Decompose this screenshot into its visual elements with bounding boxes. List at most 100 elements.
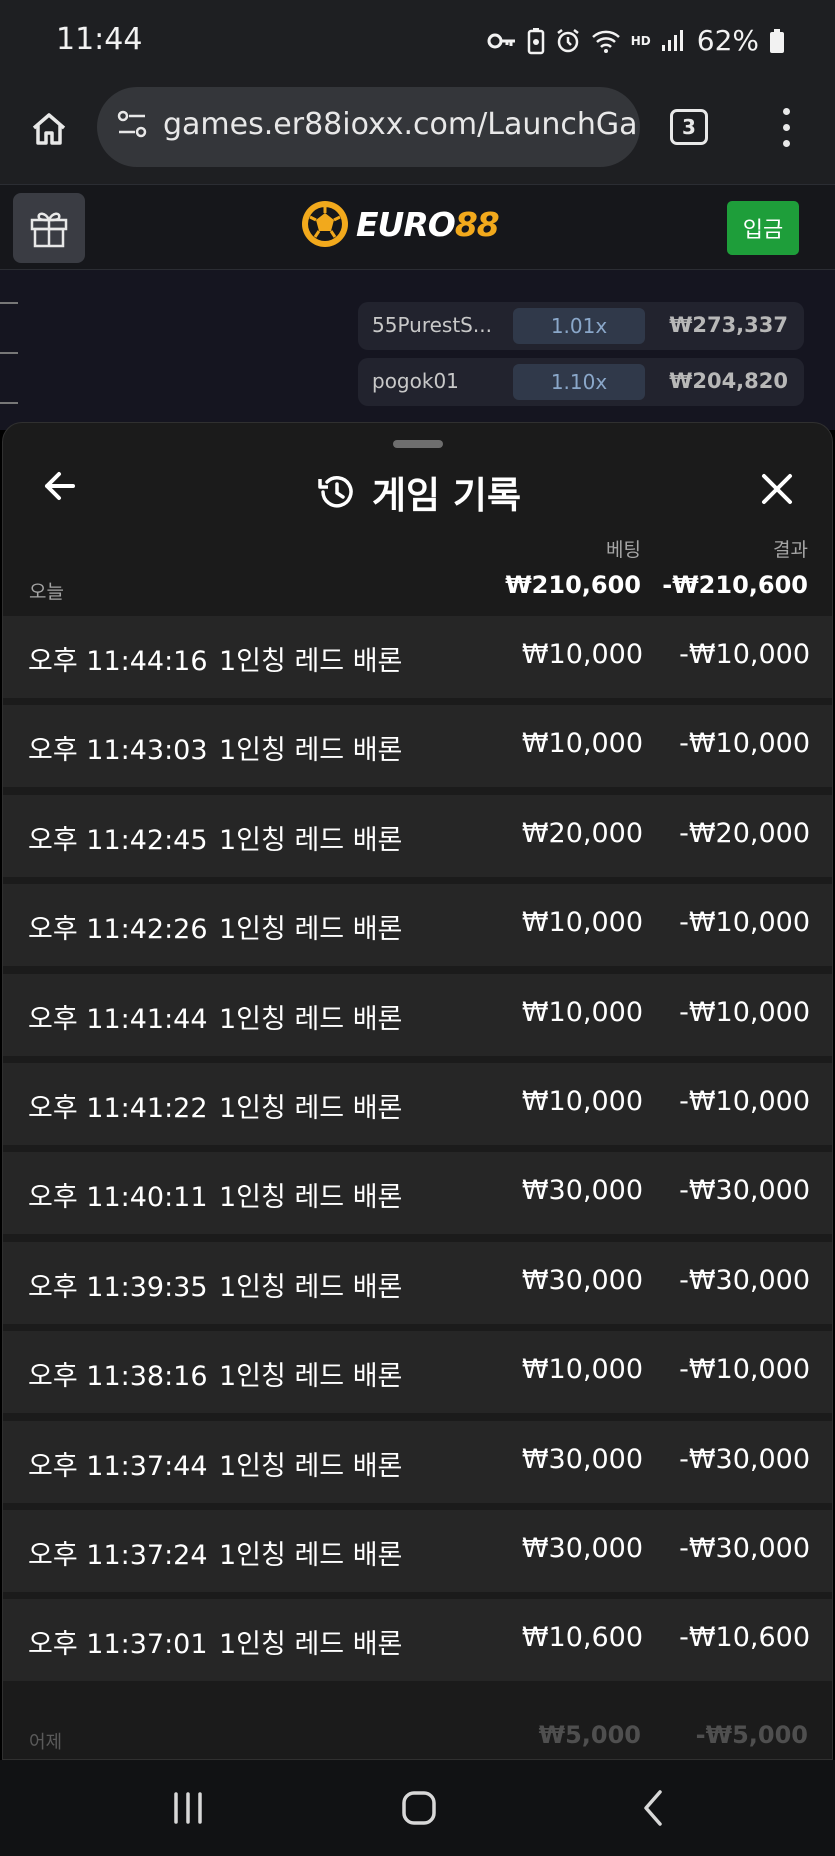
row-result: -₩10,000 [679,728,810,760]
soccer-ball-icon [302,201,348,247]
today-total-bet: ₩210,600 [505,571,641,599]
history-row[interactable]: 오후 11:44:16 1인칭 레드 배론 ₩10,000 -₩10,000 [3,616,832,698]
recent-apps-icon[interactable] [164,1786,212,1830]
game-history-sheet: 게임 기록 베팅 결과 오늘 ₩210,600 -₩210,600 오후 11:… [2,422,833,1760]
live-bet-player: pogok01 [372,369,459,393]
row-game: 1인칭 레드 배론 [219,1271,403,1303]
euro88-logo[interactable]: EURO88 [300,199,500,249]
row-result: -₩10,000 [679,1085,810,1117]
row-bet: ₩10,000 [521,907,643,939]
home-icon [32,113,66,145]
row-game: 1인칭 레드 배론 [219,1182,403,1214]
sheet-header: 게임 기록 [3,465,832,519]
row-game: 1인칭 레드 배론 [219,1629,403,1661]
axis-tick [0,352,18,354]
row-time: 오후 11:37:24 [28,1539,208,1571]
row-game: 1인칭 레드 배론 [219,646,403,677]
history-row[interactable]: 오후 11:42:26 1인칭 레드 배론 ₩10,000 -₩10,000 [3,884,832,967]
home-nav-icon[interactable] [395,1786,443,1830]
gift-button[interactable] [13,193,85,263]
row-bet: ₩30,000 [521,1532,643,1564]
history-row[interactable]: 오후 11:37:01 1인칭 레드 배론 ₩10,600 -₩10,600 [3,1599,832,1682]
row-bet: ₩10,000 [521,1085,643,1117]
deposit-button[interactable]: 입금 [727,201,799,255]
history-list: 오후 11:44:16 1인칭 레드 배론 ₩10,000 -₩10,000 오후 1… [3,616,832,1689]
history-row[interactable]: 오후 11:41:22 1인칭 레드 배론 ₩10,000 -₩10,000 [3,1062,832,1145]
axis-tick [0,402,18,404]
column-header-bet: 베팅 [606,539,641,561]
home-button[interactable] [24,104,74,154]
row-bet: ₩10,000 [521,639,643,670]
tab-switcher-button[interactable]: 3 [670,109,708,145]
row-game: 1인칭 레드 배론 [219,914,403,946]
browser-menu-button[interactable] [772,108,800,150]
drag-handle[interactable] [393,440,443,448]
history-row[interactable]: 오후 11:37:24 1인칭 레드 배론 ₩30,000 -₩30,000 [3,1509,832,1592]
yesterday-total-result: -₩5,000 [695,1721,808,1749]
history-icon [318,476,353,508]
url-text[interactable]: games.er88ioxx.com/LaunchGa [163,107,638,142]
row-bet: ₩10,600 [521,1622,643,1654]
live-bet-multiplier: 1.01x [513,308,645,344]
row-game: 1인칭 레드 배론 [219,1003,403,1035]
column-header-result: 결과 [773,539,808,561]
browser-toolbar: games.er88ioxx.com/LaunchGa 3 [0,84,835,184]
row-time: 오후 11:41:22 [28,1092,208,1124]
row-game: 1인칭 레드 배론 [219,1092,403,1124]
row-result: -₩10,000 [679,996,810,1028]
row-game: 1인칭 레드 배론 [219,824,403,856]
live-bet-row: pogok01 1.10x ₩204,820 [358,358,804,406]
row-time: 오후 11:40:11 [28,1182,208,1214]
yesterday-total-bet: ₩5,000 [538,1721,641,1749]
axis-tick [0,302,18,304]
site-settings-icon[interactable] [115,107,149,141]
row-time: 오후 11:41:44 [28,1003,208,1035]
history-row[interactable]: 오후 11:38:16 1인칭 레드 배론 ₩10,000 -₩10,000 [3,1331,832,1414]
close-icon[interactable] [759,471,795,507]
row-time: 오후 11:37:01 [28,1629,208,1661]
address-bar[interactable]: games.er88ioxx.com/LaunchGa [97,87,640,167]
back-nav-icon[interactable] [630,1786,678,1830]
row-result: -₩10,000 [679,1354,810,1386]
gift-icon [30,212,68,248]
yesterday-label: 어제 [29,1732,63,1753]
row-time: 오후 11:39:35 [28,1271,208,1303]
row-result: -₩20,000 [679,817,810,849]
row-time: 오후 11:44:16 [28,646,208,677]
history-row[interactable]: 오후 11:37:44 1인칭 레드 배론 ₩30,000 -₩30,000 [3,1420,832,1503]
row-time: 오후 11:43:03 [28,735,208,767]
history-row[interactable]: 오후 11:39:35 1인칭 레드 배론 ₩30,000 -₩30,000 [3,1241,832,1324]
row-game: 1인칭 레드 배론 [219,1450,403,1482]
live-bet-row: 55PurestS... 1.01x ₩273,337 [358,302,804,350]
row-bet: ₩30,000 [521,1175,643,1207]
today-label: 오늘 [29,581,64,603]
row-time: 오후 11:42:26 [28,914,208,946]
history-row[interactable]: 오후 11:41:44 1인칭 레드 배론 ₩10,000 -₩10,000 [3,973,832,1056]
history-row[interactable]: 오후 11:43:03 1인칭 레드 배론 ₩10,000 -₩10,000 [3,705,832,788]
row-game: 1인칭 레드 배론 [219,1539,403,1571]
row-time: 오후 11:38:16 [28,1361,208,1393]
row-bet: ₩10,000 [521,728,643,760]
site-header: EURO88 입금 [0,184,835,270]
live-bet-amount: ₩273,337 [669,313,788,337]
row-time: 오후 11:37:44 [28,1450,208,1482]
alarm-icon [557,28,579,52]
system-navigation-bar [0,1760,835,1856]
row-result: -₩10,600 [679,1622,810,1654]
live-bet-multiplier: 1.10x [513,364,645,400]
battery-percent: 62% [696,24,759,57]
battery-saver-icon [527,27,544,54]
row-bet: ₩20,000 [521,817,643,849]
status-time: 11:44 [56,22,143,57]
history-row[interactable]: 오후 11:42:45 1인칭 레드 배론 ₩20,000 -₩20,000 [3,794,832,877]
history-row[interactable]: 오후 11:40:11 1인칭 레드 배론 ₩30,000 -₩30,000 [3,1152,832,1235]
live-bet-player: 55PurestS... [372,313,492,337]
game-backdrop: 55PurestS... 1.01x ₩273,337 pogok01 1.10… [0,270,835,430]
row-game: 1인칭 레드 배론 [219,735,403,767]
row-bet: ₩30,000 [521,1443,643,1475]
live-bet-amount: ₩204,820 [669,369,788,393]
sheet-title: 게임 기록 [371,474,522,517]
battery-icon [770,28,784,53]
row-result: -₩10,000 [679,639,810,670]
row-bet: ₩10,000 [521,996,643,1028]
